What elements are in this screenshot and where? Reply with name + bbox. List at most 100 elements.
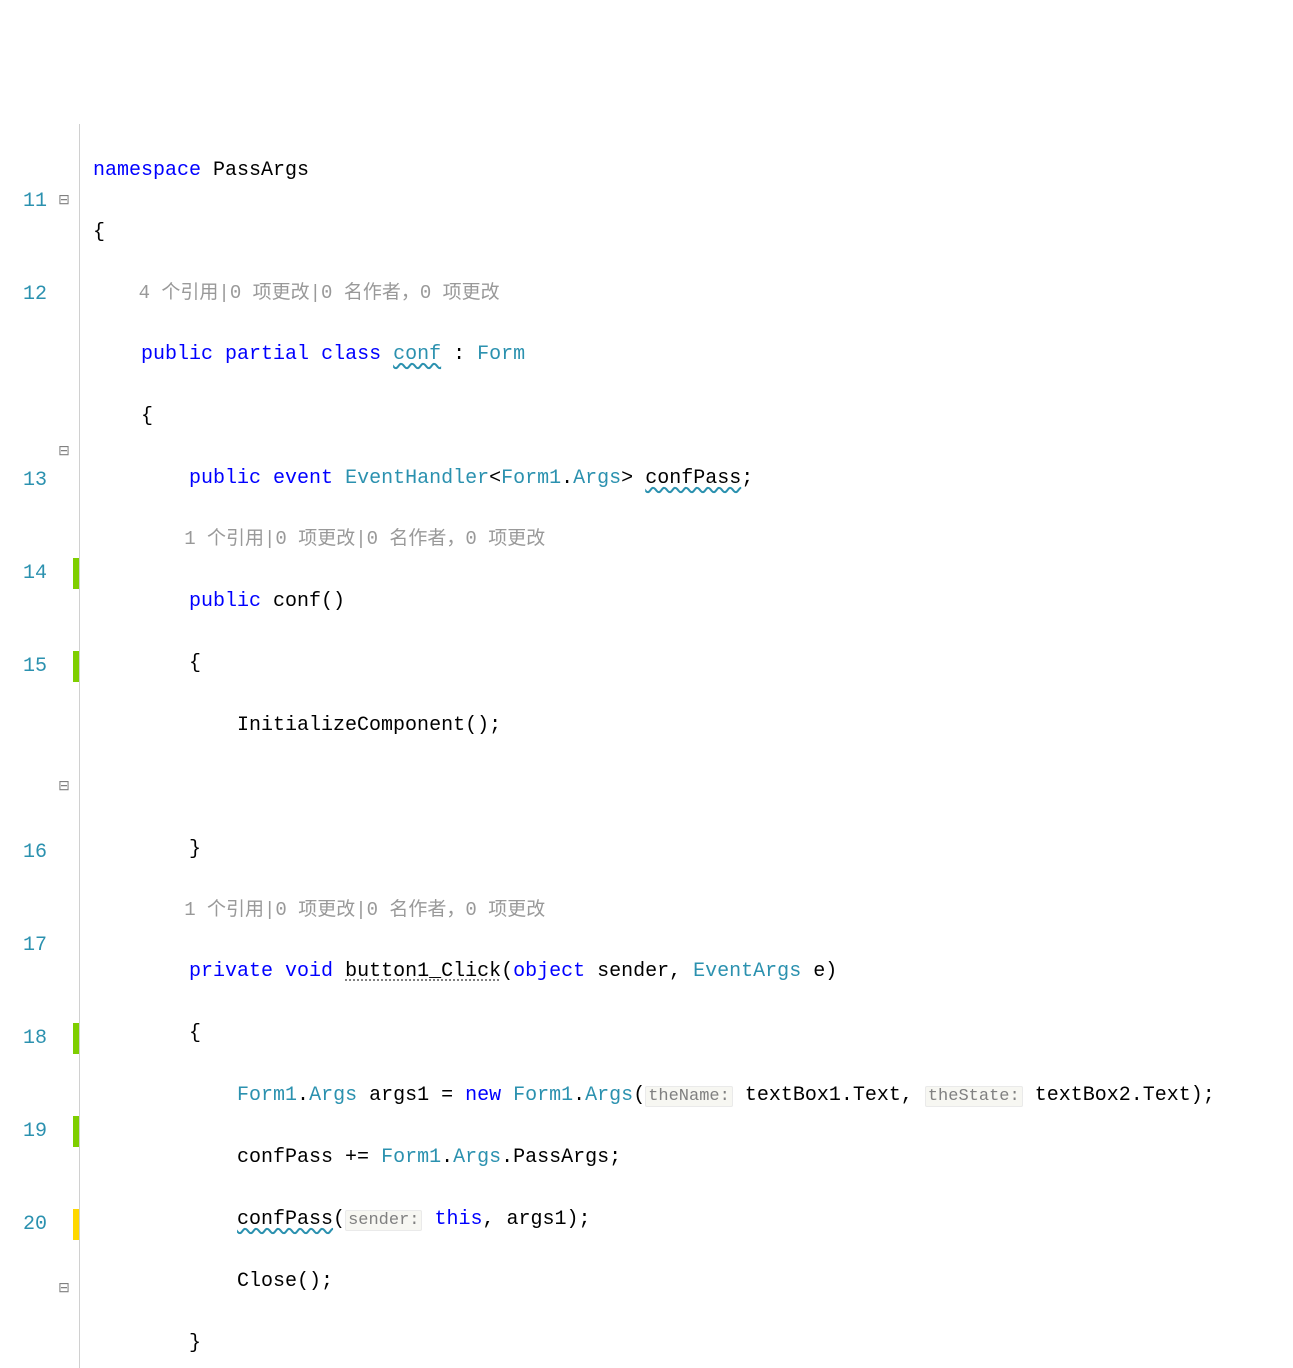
identifier: confPass [645, 467, 741, 490]
code-line[interactable]: public conf() [93, 586, 1293, 617]
code-line[interactable] [93, 772, 1293, 803]
code-line[interactable]: public partial class conf : Form [93, 339, 1293, 370]
line-number: 16 [0, 837, 47, 868]
fold-spacer [55, 688, 73, 710]
punct: . [441, 1146, 453, 1169]
code-line[interactable]: } [93, 834, 1293, 865]
text: args1 = [357, 1084, 465, 1107]
code-line[interactable]: confPass(sender: this, args1); [93, 1204, 1293, 1235]
punct: . [561, 467, 573, 490]
fold-spacer [55, 353, 73, 375]
punct: ; [741, 467, 753, 490]
fold-spacer [55, 604, 73, 626]
punct: . [573, 1084, 585, 1107]
line-number [0, 372, 47, 403]
parameter-hint: sender: [345, 1210, 422, 1231]
text: textBox2.Text); [1023, 1084, 1215, 1107]
code-line[interactable]: public event EventHandler<Form1.Args> co… [93, 463, 1293, 494]
codelens[interactable]: 4 个引用|0 项更改|0 名作者，0 项更改 [93, 279, 1293, 308]
text [501, 1084, 513, 1107]
type-name: Args [309, 1084, 357, 1107]
fold-spacer [55, 521, 73, 543]
fold-spacer [55, 856, 73, 878]
punct: : [441, 343, 477, 366]
keyword: public [189, 467, 261, 490]
codelens[interactable]: 1 个引用|0 项更改|0 名作者，0 项更改 [93, 896, 1293, 925]
code-line[interactable]: { [93, 401, 1293, 432]
punct: > [621, 467, 645, 490]
fold-toggle[interactable]: ⊟ [55, 186, 73, 208]
fold-toggle[interactable]: ⊟ [55, 1274, 73, 1296]
code-editor: 11 12 13 14 15 16 17 18 19 20 21 22 23 2… [0, 124, 1293, 1368]
identifier: PassArgs [201, 159, 309, 182]
line-number: 17 [0, 930, 47, 961]
keyword: class [321, 343, 381, 366]
codelens[interactable]: 1 个引用|0 项更改|0 名作者，0 项更改 [93, 525, 1293, 554]
code-line[interactable]: confPass += Form1.Args.PassArgs; [93, 1142, 1293, 1173]
keyword: void [285, 960, 333, 983]
fold-toggle[interactable]: ⊟ [55, 437, 73, 459]
code-line[interactable]: InitializeComponent(); [93, 710, 1293, 741]
type-name: Args [573, 467, 621, 490]
brace: { [141, 405, 153, 428]
text: .PassArgs; [501, 1146, 621, 1169]
type-name: Form1 [237, 1084, 297, 1107]
keyword: event [273, 467, 333, 490]
code-line[interactable]: { [93, 648, 1293, 679]
code-line[interactable]: Close(); [93, 1266, 1293, 1297]
type-name: EventArgs [693, 960, 801, 983]
code-line[interactable]: { [93, 217, 1293, 248]
parameter-hint: theName: [645, 1086, 733, 1107]
line-number: 12 [0, 279, 47, 310]
line-number: 13 [0, 465, 47, 496]
keyword: object [513, 960, 585, 983]
type-name: Args [585, 1084, 633, 1107]
brace: } [189, 1332, 201, 1355]
keyword: public [189, 590, 261, 613]
type-name: Form [477, 343, 525, 366]
code-line[interactable]: Form1.Args args1 = new Form1.Args(theNam… [93, 1080, 1293, 1111]
code-area[interactable]: namespace PassArgs { 4 个引用|0 项更改|0 名作者，0… [93, 124, 1293, 1368]
brace: { [189, 652, 201, 675]
line-number: 11 [0, 186, 47, 217]
type-name: Args [453, 1146, 501, 1169]
identifier: confPass [237, 1208, 333, 1231]
keyword: new [465, 1084, 501, 1107]
line-number: 20 [0, 1209, 47, 1240]
code-line[interactable]: namespace PassArgs [93, 155, 1293, 186]
type-name: Form1 [501, 467, 561, 490]
keyword: partial [225, 343, 309, 366]
brace: } [189, 838, 201, 861]
method-call: Close(); [237, 1270, 333, 1293]
fold-toggle[interactable]: ⊟ [55, 772, 73, 794]
outline-column [79, 124, 93, 1368]
punct: . [297, 1084, 309, 1107]
method-call: InitializeComponent(); [237, 714, 501, 737]
param: sender, [585, 960, 693, 983]
code-line[interactable]: private void button1_Click(object sender… [93, 956, 1293, 987]
brace: { [189, 1022, 201, 1045]
keyword: public [141, 343, 213, 366]
text: textBox1.Text, [733, 1084, 925, 1107]
identifier: conf() [261, 590, 345, 613]
brace: { [93, 221, 105, 244]
line-number: 14 [0, 558, 47, 589]
type-name: conf [393, 343, 441, 366]
punct: ( [633, 1084, 645, 1107]
codelens-text[interactable]: 4 个引用|0 项更改|0 名作者，0 项更改 [139, 282, 500, 304]
line-number: 15 [0, 651, 47, 682]
type-name: Form1 [513, 1084, 573, 1107]
line-number-gutter: 11 12 13 14 15 16 17 18 19 20 21 22 23 2… [0, 124, 55, 1368]
punct: < [489, 467, 501, 490]
code-line[interactable]: } [93, 1328, 1293, 1359]
param: e) [801, 960, 837, 983]
fold-spacer [55, 939, 73, 961]
codelens-text[interactable]: 1 个引用|0 项更改|0 名作者，0 项更改 [184, 899, 545, 921]
text [422, 1208, 434, 1231]
punct: ( [333, 1208, 345, 1231]
code-line[interactable]: { [93, 1018, 1293, 1049]
codelens-text[interactable]: 1 个引用|0 项更改|0 名作者，0 项更改 [184, 528, 545, 550]
line-number: 19 [0, 1116, 47, 1147]
keyword: private [189, 960, 273, 983]
type-name: EventHandler [345, 467, 489, 490]
